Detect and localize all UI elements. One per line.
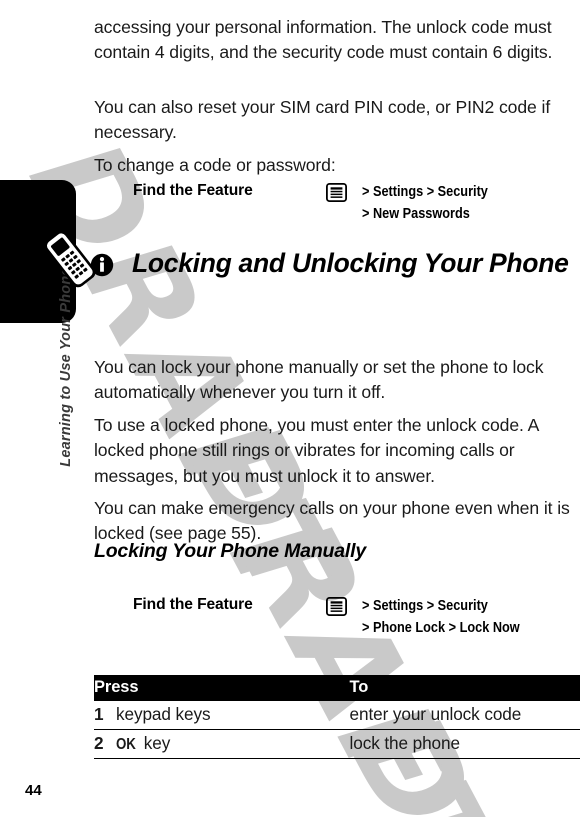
find-the-feature-path-1: > Settings > Security > New Passwords [362, 181, 580, 225]
menu-path-line: > New Passwords [362, 206, 470, 222]
paragraph-4: You can lock your phone manually or set … [94, 356, 544, 403]
paragraph-1: accessing your personal information. The… [94, 16, 553, 63]
menu-key-icon [326, 597, 347, 616]
step-press-suffix: key [139, 733, 171, 753]
menu-path-line: > Settings > Security [362, 598, 488, 614]
column-header-to: To [349, 675, 580, 701]
step-to: lock the phone [349, 729, 580, 759]
step-press-text: keypad keys [116, 704, 211, 724]
find-the-feature-path-2: > Settings > Security > Phone Lock > Loc… [362, 595, 580, 639]
paragraph-3: To change a code or password: [94, 154, 336, 175]
menu-key-icon [326, 183, 347, 202]
step-to: enter your unlock code [349, 701, 580, 730]
table-header-row: Press To [94, 675, 580, 701]
key-name: OK [116, 736, 136, 753]
paragraph-5: To use a locked phone, you must enter th… [94, 414, 539, 486]
find-the-feature-label: Find the Feature [133, 596, 253, 613]
find-the-feature-block-2: Find the Feature > Settings > Security >… [94, 596, 580, 652]
find-the-feature-block-1: Find the Feature > Settings > Security >… [94, 182, 580, 238]
subsection-title: Locking Your Phone Manually [94, 540, 366, 562]
page-number: 44 [25, 782, 42, 799]
column-header-press: Press [94, 675, 350, 701]
table-row: 1 keypad keys enter your unlock code [94, 701, 580, 730]
steps-table: Press To 1 keypad keys enter your unlock… [94, 675, 580, 759]
menu-path-line: > Settings > Security [362, 184, 488, 200]
mobile-phone-icon [44, 227, 96, 288]
find-the-feature-label: Find the Feature [133, 182, 253, 199]
manual-page: DRAFT DRAFT DRAFT [0, 0, 580, 817]
paragraph-2: You can also reset your SIM card PIN cod… [94, 96, 551, 143]
step-press: OK key [116, 729, 350, 759]
menu-path-line: > Phone Lock > Lock Now [362, 620, 520, 636]
step-number: 1 [94, 701, 116, 730]
step-press: keypad keys [116, 701, 350, 730]
page-title: Locking and Unlocking Your Phone [132, 248, 569, 278]
step-number: 2 [94, 729, 116, 759]
content-column: accessing your personal information. The… [90, 0, 580, 817]
section-heading-wrap: Locking and Unlocking Your Phone [90, 246, 580, 281]
table-row: 2 OK key lock the phone [94, 729, 580, 759]
